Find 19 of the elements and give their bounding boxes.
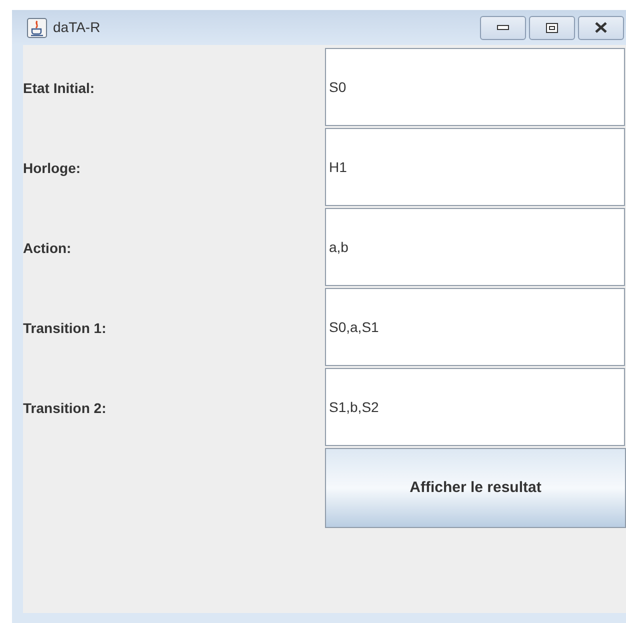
close-icon xyxy=(594,22,608,33)
close-button[interactable] xyxy=(578,16,624,40)
minimize-icon xyxy=(497,25,509,30)
field-label: Horloge: xyxy=(23,158,81,178)
show-result-button[interactable]: Afficher le resultat xyxy=(325,448,626,528)
field-label: Transition 1: xyxy=(23,318,106,338)
text-field[interactable]: a,b xyxy=(325,208,625,286)
minimize-button[interactable] xyxy=(480,16,526,40)
field-label: Action: xyxy=(23,238,72,258)
java-cup-icon xyxy=(27,18,47,38)
text-field[interactable]: S0 xyxy=(325,48,625,126)
text-field[interactable]: S0,a,S1 xyxy=(325,288,625,366)
restore-icon xyxy=(546,22,558,32)
window-title: daTA-R xyxy=(53,18,100,37)
maximize-button[interactable] xyxy=(529,16,575,40)
text-field[interactable]: S1,b,S2 xyxy=(325,368,625,446)
text-field[interactable]: H1 xyxy=(325,128,625,206)
field-label: Transition 2: xyxy=(23,398,106,418)
field-label: Etat Initial: xyxy=(23,78,95,98)
